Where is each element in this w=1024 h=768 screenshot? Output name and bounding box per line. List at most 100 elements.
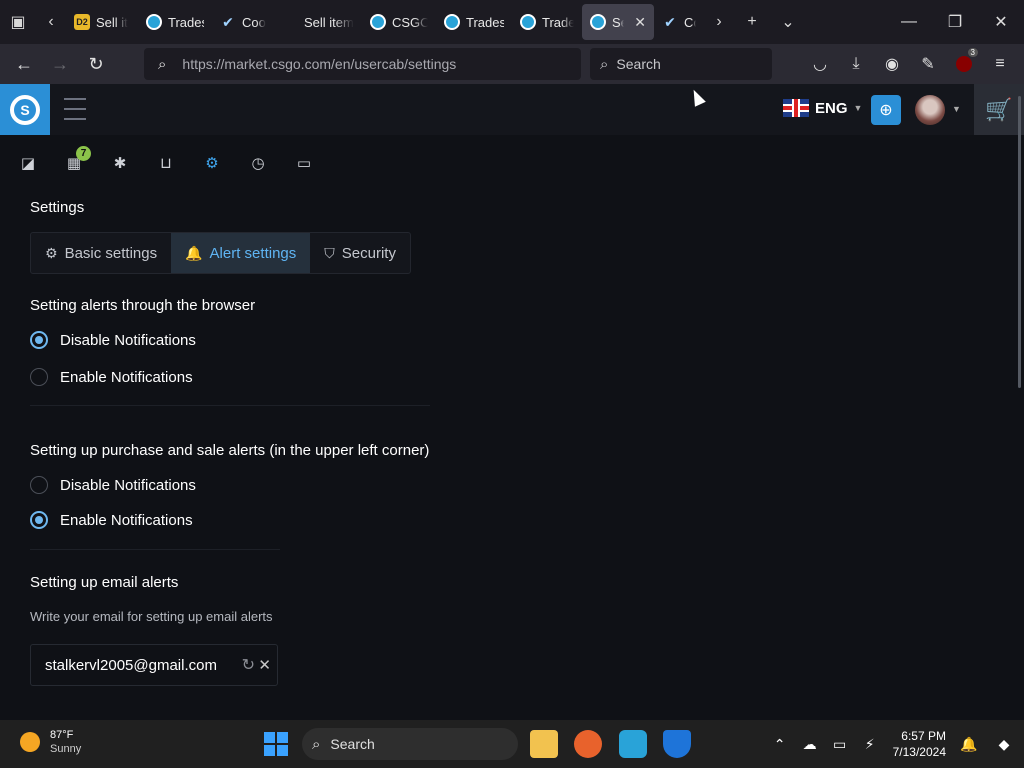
back-icon[interactable]: ← [6, 46, 42, 82]
browser-tab[interactable]: ✔ Coo [212, 4, 286, 40]
browser-tab[interactable]: Trades [138, 4, 212, 40]
extensions-icon[interactable]: ✎ [910, 48, 946, 80]
browser-alerts-title: Setting alerts through the browser [30, 297, 256, 314]
cart-button[interactable]: 🛒 [974, 84, 1024, 135]
items-icon[interactable]: ▦ 7 [64, 146, 91, 173]
browser-tab[interactable]: Trade [512, 4, 582, 40]
reload-icon[interactable]: ↻ [78, 46, 114, 82]
search-icon: ⌕ [600, 55, 609, 73]
logo-icon: S [10, 94, 40, 125]
email-value: stalkervl2005@gmail.com [45, 656, 217, 674]
browser-tab[interactable]: ✔ Co [654, 4, 704, 40]
list-tabs-icon[interactable]: ⌄ [770, 0, 806, 44]
forward-icon[interactable]: → [42, 46, 78, 82]
browser-tab[interactable]: CSGO [362, 4, 436, 40]
csgo-app-icon[interactable] [619, 730, 647, 758]
trade-disable-option[interactable]: Disable Notifications [30, 476, 196, 494]
browser-window: ▣ ‹ D2 Sell it Trades ✔ Coo Sell items C… [0, 0, 1024, 720]
weather-widget[interactable]: 87°F Sunny [20, 728, 81, 756]
bug-icon[interactable]: ✱ [110, 153, 130, 173]
clock[interactable]: 6:57 PM 7/13/2024 [893, 728, 946, 760]
start-button[interactable] [264, 732, 288, 756]
copilot-icon[interactable]: ◆ [984, 720, 1024, 768]
chevron-down-icon: ▼ [853, 103, 863, 113]
tab-basic-settings[interactable]: ⚙ Basic settings [31, 233, 171, 273]
radio-unchecked[interactable] [30, 476, 48, 494]
pocket-icon[interactable]: ◡ [802, 48, 838, 80]
display-icon[interactable]: ▭ [825, 720, 855, 768]
search-bar[interactable]: ⌕ Search [590, 48, 772, 80]
account-icon[interactable]: ◉ [874, 48, 910, 80]
cart-history-icon[interactable]: ⊔ [156, 153, 176, 173]
email-field[interactable]: stalkervl2005@gmail.com ↻ ✕ [30, 644, 278, 686]
chevron-down-icon[interactable]: ▼ [952, 104, 961, 114]
radio-checked[interactable] [30, 331, 48, 349]
browser-disable-option[interactable]: Disable Notifications [30, 331, 196, 349]
extension-badge: 3 [967, 48, 978, 57]
account-subnav: ◪ ▦ 7 ✱ ⊔ ⚙ ◷ ▭ [0, 135, 1024, 190]
windows-taskbar: 87°F Sunny ⌕ Search ⌃ ☁ ▭ ⚡ 6:57 PM 7/13… [0, 720, 1024, 768]
search-icon: ⌕ [312, 735, 321, 753]
toolbar-icons: ◡ ⤓ ◉ ✎ 3 ≡ [802, 48, 1018, 80]
avatar[interactable] [915, 95, 945, 125]
hamburger-menu-icon[interactable] [64, 98, 86, 120]
steam-icon: ✔ [664, 13, 676, 30]
settings-tabs: ⚙ Basic settings 🔔 Alert settings ⛉ Secu… [30, 232, 411, 274]
restore-icon[interactable]: ❐ [932, 0, 978, 44]
download-icon[interactable]: ⤓ [838, 48, 874, 80]
browser-tab[interactable]: Trades [436, 4, 512, 40]
ublock-icon[interactable]: 3 [946, 48, 982, 80]
csgo-icon [146, 14, 162, 30]
tab-security[interactable]: ⛉ Security [310, 233, 410, 273]
page-scrollbar[interactable] [1018, 96, 1021, 388]
settings-gear-icon[interactable]: ⚙ [194, 143, 230, 181]
scroll-tabs-right-icon[interactable]: › [704, 0, 734, 44]
browser-tab[interactable]: Sell items [286, 4, 362, 40]
notification-bell-icon[interactable]: 🔔 [954, 720, 984, 768]
sun-icon [20, 732, 40, 752]
language-selector[interactable]: ENG ▼ [783, 99, 862, 117]
temperature: 87°F [50, 729, 74, 741]
csgo-icon [590, 14, 606, 30]
add-funds-button[interactable]: ⊕ [871, 95, 901, 125]
close-window-icon[interactable]: ✕ [978, 0, 1024, 44]
new-tab-icon[interactable]: + [734, 0, 770, 44]
firefox-icon[interactable] [574, 730, 602, 758]
scroll-tabs-left-icon[interactable]: ‹ [36, 0, 66, 44]
csgo-icon [444, 14, 460, 30]
browser-tab-active[interactable]: Se ✕ [582, 4, 654, 40]
inventory-icon[interactable]: ◪ [18, 153, 38, 173]
taskbar-search[interactable]: ⌕ Search [302, 728, 518, 760]
email-hint: Write your email for setting up email al… [30, 609, 273, 624]
site-logo[interactable]: S [0, 84, 50, 135]
gear-icon: ⚙ [45, 244, 58, 261]
defender-icon[interactable] [663, 730, 691, 758]
items-count-badge: 7 [76, 146, 91, 161]
site-header: S ENG ▼ ⊕ ▼ 🛒 [0, 84, 1024, 135]
tab-overview-icon[interactable]: ▣ [0, 0, 36, 44]
network-icon[interactable]: ⚡ [855, 720, 885, 768]
navigation-bar: ← → ↻ ⌕ https://market.csgo.com/en/userc… [0, 44, 1024, 84]
menu-icon[interactable]: ≡ [982, 48, 1018, 80]
minimize-icon[interactable]: — [886, 0, 932, 44]
chevron-up-icon[interactable]: ⌃ [765, 720, 795, 768]
radio-checked[interactable] [30, 511, 48, 529]
onedrive-icon[interactable]: ☁ [795, 720, 825, 768]
browser-tab[interactable]: D2 Sell it [66, 4, 138, 40]
address-bar[interactable]: ⌕ https://market.csgo.com/en/usercab/set… [144, 48, 581, 80]
close-tab-icon[interactable]: ✕ [634, 14, 646, 31]
clock-icon[interactable]: ◷ [248, 153, 268, 173]
section-divider [30, 549, 280, 550]
browser-enable-option[interactable]: Enable Notifications [30, 368, 193, 386]
tab-alert-settings[interactable]: 🔔 Alert settings [171, 233, 311, 273]
radio-unchecked[interactable] [30, 368, 48, 386]
file-explorer-icon[interactable] [530, 730, 558, 758]
chat-icon[interactable]: ▭ [294, 153, 314, 173]
uk-flag-icon [783, 99, 809, 117]
loading-spinner-icon: ↻ [241, 657, 255, 674]
clear-icon[interactable]: ✕ [258, 656, 271, 674]
steam-icon: ✔ [222, 13, 234, 30]
trade-enable-option[interactable]: Enable Notifications [30, 511, 193, 529]
page-title: Settings [30, 199, 85, 216]
search-icon: ⌕ [158, 55, 167, 73]
